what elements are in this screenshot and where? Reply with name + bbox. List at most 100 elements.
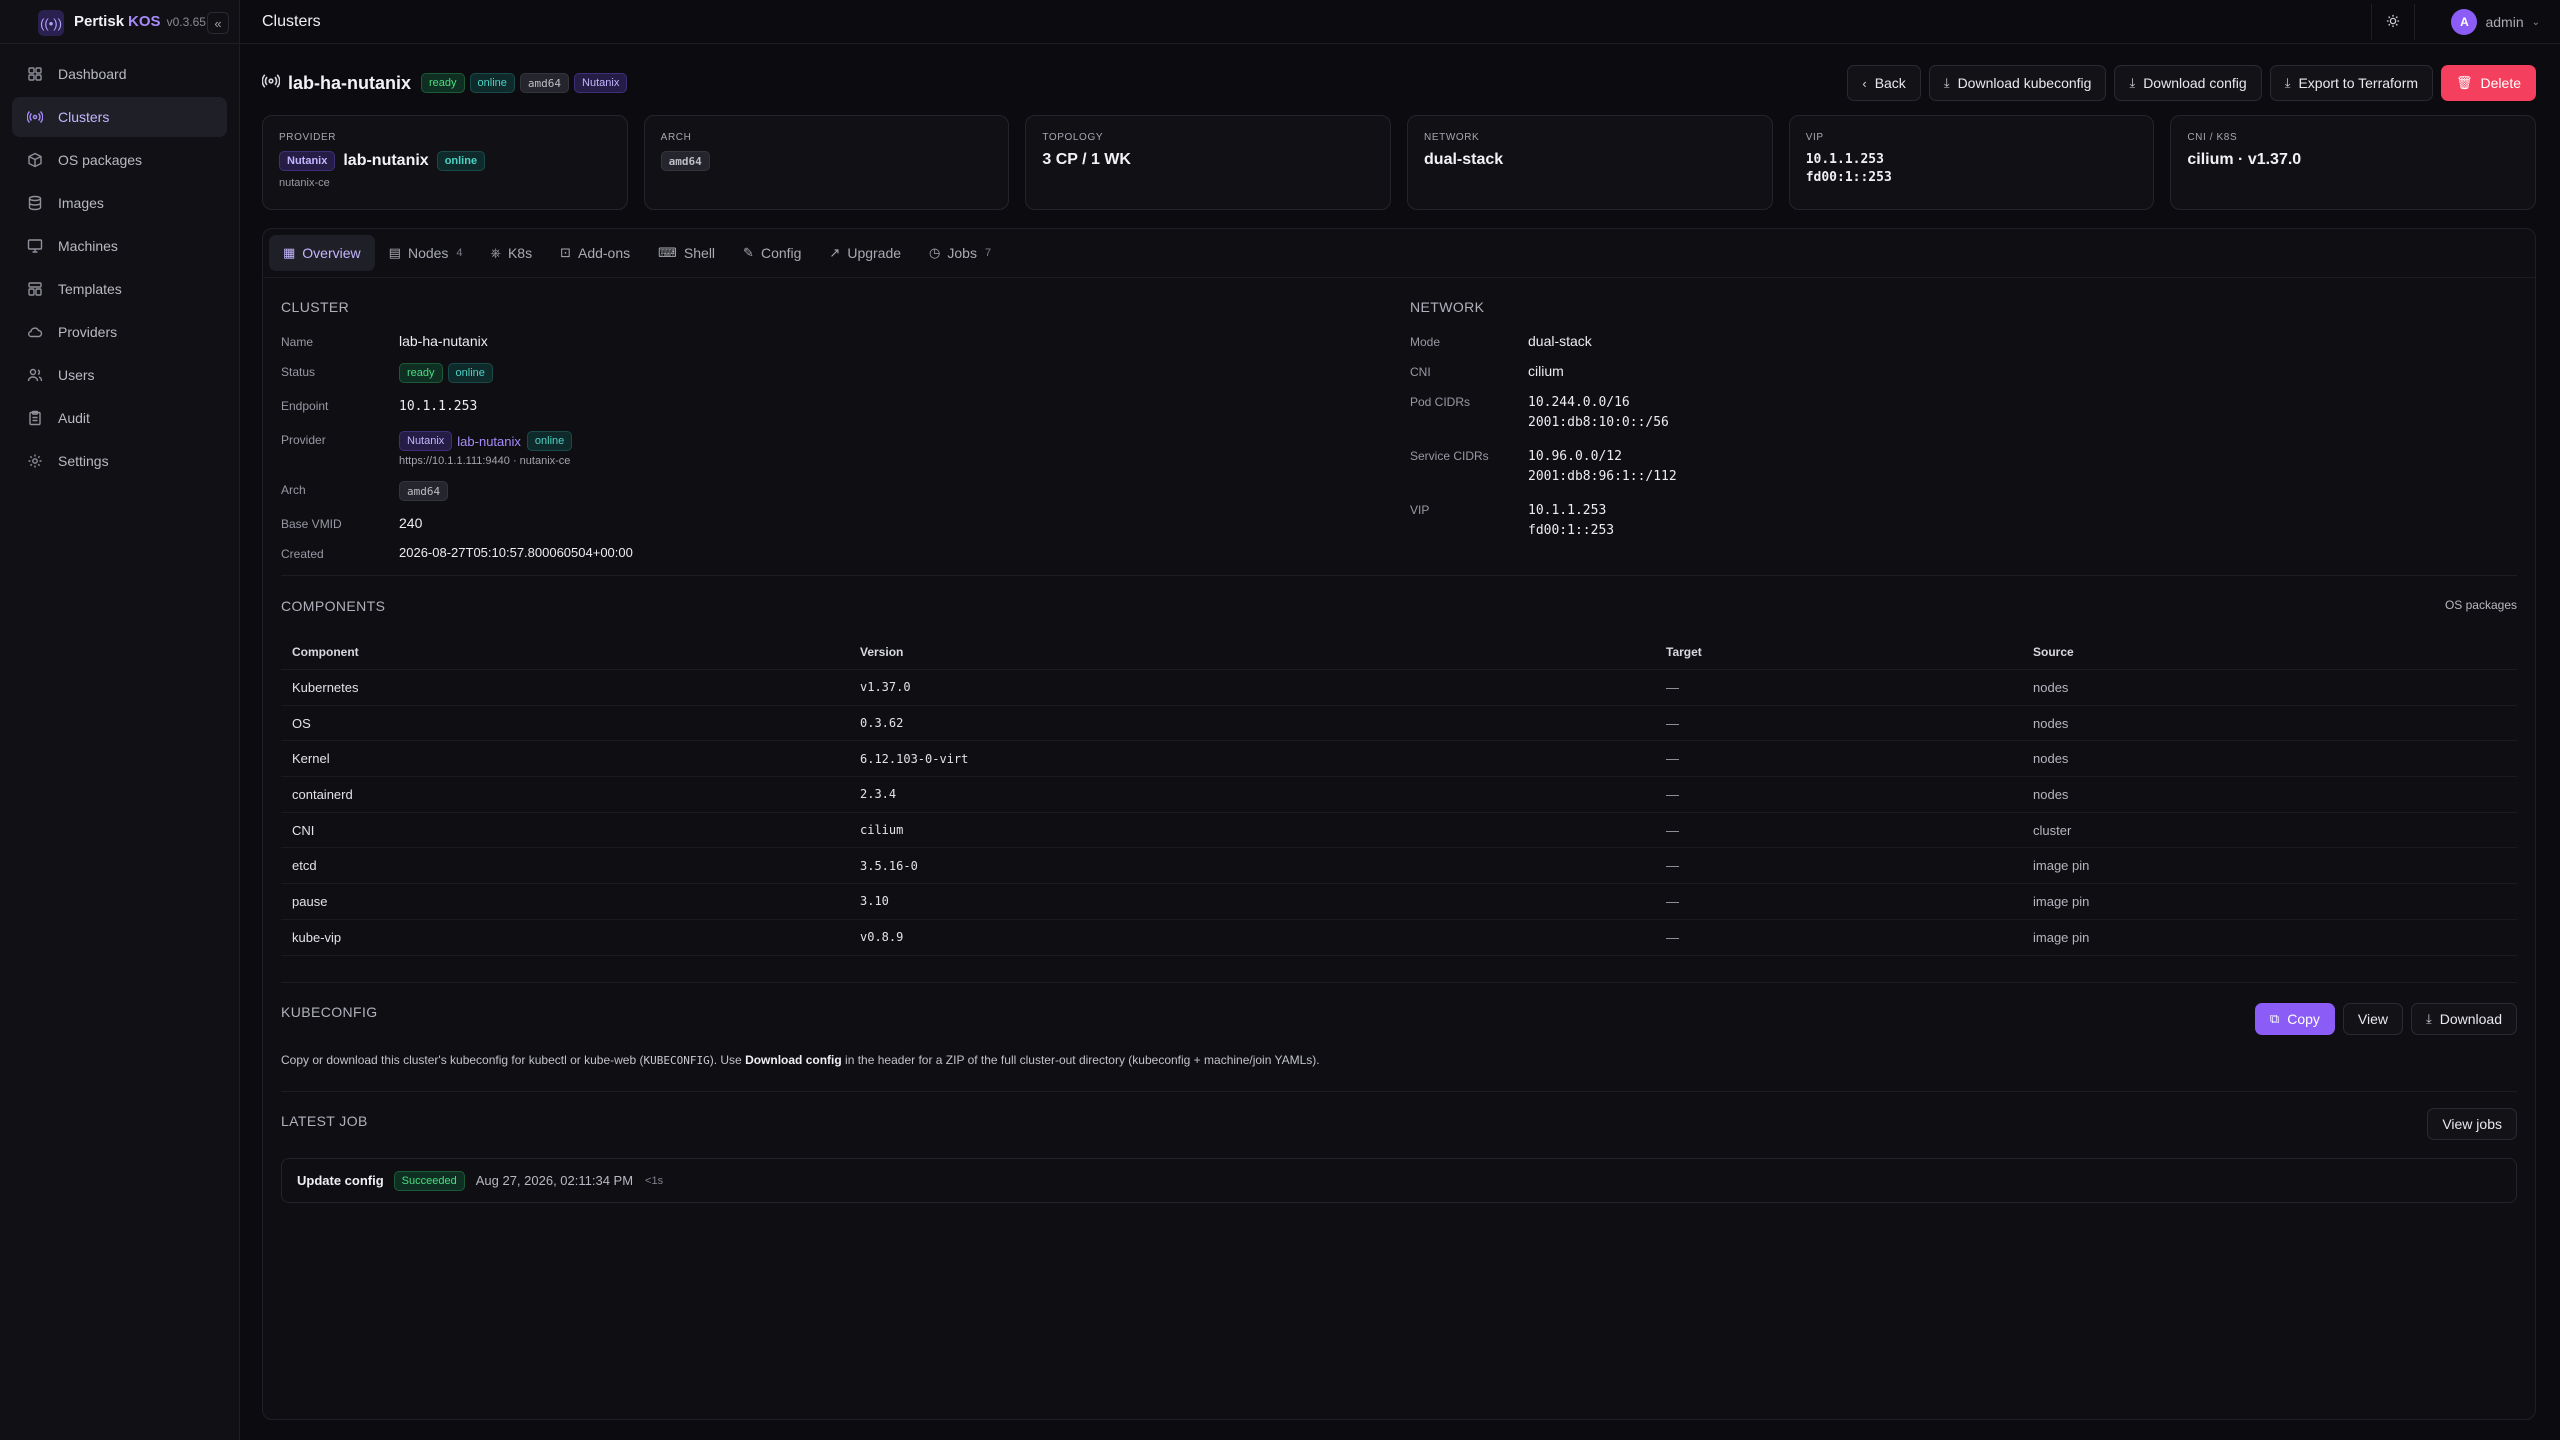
brand-name: Pertisk xyxy=(74,13,125,30)
table-cell: nodes xyxy=(2033,715,2069,731)
kv-key: Base VMID xyxy=(281,517,342,531)
sidebar-item-label: Audit xyxy=(58,410,90,426)
terminal-icon: ⌨ xyxy=(658,245,677,260)
cluster-header: lab-ha-nutanix ready online amd64 Nutani… xyxy=(261,65,2536,101)
card-value: dual-stack xyxy=(1424,151,1504,168)
tab-label: Shell xyxy=(683,245,716,261)
lock-icon: ⊡ xyxy=(560,245,571,260)
tab-upgrade[interactable]: ↗ Upgrade xyxy=(815,235,915,271)
job-status-badge: Succeeded xyxy=(393,1170,465,1191)
kv-key: Name xyxy=(281,335,314,349)
export-terraform-button[interactable]: ⤓ Export to Terraform xyxy=(2269,65,2434,101)
sidebar-item-machines[interactable]: Machines xyxy=(12,226,227,266)
table-row: CNI cilium — cluster xyxy=(281,813,2517,849)
user-menu[interactable]: A admin ⌄ xyxy=(2451,6,2540,38)
desc-bold: Download config xyxy=(745,1053,842,1067)
table-row: Kernel 6.12.103-0-virt — nodes xyxy=(281,741,2517,778)
kv-key: Arch xyxy=(281,483,306,497)
mode-value: dual-stack xyxy=(1528,333,1592,349)
sidebar-item-clusters[interactable]: Clusters xyxy=(12,97,227,137)
sidebar-item-templates[interactable]: Templates xyxy=(12,269,227,309)
sidebar-item-label: OS packages xyxy=(58,152,143,168)
chevron-left-icon: ‹ xyxy=(1862,75,1867,91)
vmid-value: 240 xyxy=(399,515,423,531)
download-config-button[interactable]: ⤓ Download config xyxy=(2114,65,2262,101)
os-packages-link[interactable]: OS packages xyxy=(2445,598,2517,612)
sidebar-item-dashboard[interactable]: Dashboard xyxy=(12,54,227,94)
sidebar-item-users[interactable]: Users xyxy=(12,355,227,395)
clock-icon: ◷ xyxy=(929,245,941,260)
provider-link[interactable]: lab-nutanix xyxy=(457,434,521,449)
download-kubeconfig-label: Download kubeconfig xyxy=(1957,75,2092,91)
header-actions: ‹ Back ⤓ Download kubeconfig ⤓ Download con… xyxy=(1839,65,2536,101)
table-cell: — xyxy=(1666,751,1679,767)
theme-toggle-button[interactable] xyxy=(2371,4,2415,40)
sidebar-item-label: Settings xyxy=(58,453,109,469)
table-cell: Kubernetes xyxy=(292,679,359,695)
card-value: amd64 xyxy=(660,151,993,171)
endpoint-value: 10.1.1.253 xyxy=(399,399,478,414)
tab-overview[interactable]: ▦ Overview xyxy=(269,235,375,271)
chevron-down-icon: ⌄ xyxy=(2531,16,2540,28)
collapse-sidebar-button[interactable]: « xyxy=(207,12,229,34)
delete-label: Delete xyxy=(2480,75,2521,91)
table-row: pause 3.10 — image pin xyxy=(281,884,2517,920)
sidebar-item-audit[interactable]: Audit xyxy=(12,398,227,438)
table-cell: kube-vip xyxy=(292,929,342,945)
kv-key: Created xyxy=(281,547,324,561)
tab-label: K8s xyxy=(507,245,533,261)
table-cell: v0.8.9 xyxy=(860,930,904,945)
table-cell: nodes xyxy=(2033,786,2069,802)
desc-text: in the header for a ZIP of the full clus… xyxy=(841,1053,1320,1067)
table-cell: v1.37.0 xyxy=(860,680,911,695)
tab-config[interactable]: ✎ Config xyxy=(729,235,815,271)
provider-value: Nutanix lab-nutanix online https://10.1.1.… xyxy=(399,431,577,467)
download-icon: ⤓ xyxy=(2284,75,2291,90)
pencil-icon: ✎ xyxy=(743,245,754,260)
components-section-title: COMPONENTS xyxy=(281,598,386,614)
tab-k8s[interactable]: ⎈ K8s xyxy=(477,235,547,271)
tab-jobs[interactable]: ◷ Jobs 7 xyxy=(915,235,1005,271)
table-cell: — xyxy=(1666,858,1679,874)
table-row: kube-vip v0.8.9 — image pin xyxy=(281,920,2517,956)
sidebar-item-settings[interactable]: Settings xyxy=(12,441,227,481)
table-header: Component Version Target Source xyxy=(281,634,2517,670)
arch-badge: amd64 xyxy=(399,481,449,501)
view-jobs-button[interactable]: View jobs xyxy=(2427,1108,2517,1140)
online-badge: online xyxy=(526,431,573,451)
download-kubeconfig-button[interactable]: ⤓ Download xyxy=(2410,1003,2517,1035)
vip-v4: 10.1.1.253 xyxy=(1528,503,1607,518)
tab-label: Overview xyxy=(302,245,361,261)
tab-shell[interactable]: ⌨ Shell xyxy=(644,235,729,271)
card-label: CNI / K8S xyxy=(2187,132,2238,143)
provider-card: PROVIDER Nutanix lab-nutanix online nuta… xyxy=(262,115,628,210)
pod-cidrs-value: 10.244.0.0/16 2001:db8:10:0::/56 xyxy=(1528,393,1669,433)
copy-kubeconfig-button[interactable]: ⧉ Copy xyxy=(2254,1003,2335,1035)
provider-badge: Nutanix xyxy=(279,151,336,171)
brand-accent: KOS xyxy=(128,13,161,30)
table-cell: — xyxy=(1666,786,1679,802)
tab-nodes[interactable]: ▤ Nodes 4 xyxy=(375,235,477,271)
card-label: VIP xyxy=(1805,132,1824,143)
back-button[interactable]: ‹ Back xyxy=(1847,65,1921,101)
database-icon xyxy=(26,194,44,212)
server-icon: ▤ xyxy=(388,245,401,260)
network-section-title: NETWORK xyxy=(1410,299,1485,315)
sidebar-item-label: Users xyxy=(58,367,95,383)
template-icon xyxy=(26,280,44,298)
divider xyxy=(263,277,2535,278)
delete-button[interactable]: 🗑 Delete xyxy=(2441,65,2536,101)
sidebar-item-os-packages[interactable]: OS packages xyxy=(12,140,227,180)
tab-label: Add-ons xyxy=(577,245,631,261)
sidebar-item-images[interactable]: Images xyxy=(12,183,227,223)
download-kubeconfig-button[interactable]: ⤓ Download kubeconfig xyxy=(1928,65,2107,101)
latest-job-card[interactable]: Update config Succeeded Aug 27, 2026, 02… xyxy=(281,1158,2517,1203)
sidebar-item-providers[interactable]: Providers xyxy=(12,312,227,352)
table-cell: — xyxy=(1666,679,1679,695)
package-icon xyxy=(26,151,44,169)
table-cell: — xyxy=(1666,822,1679,838)
tab-addons[interactable]: ⊡ Add-ons xyxy=(546,235,644,271)
view-kubeconfig-button[interactable]: View xyxy=(2342,1003,2403,1035)
back-label: Back xyxy=(1874,75,1906,91)
table-cell: 2.3.4 xyxy=(860,787,897,802)
